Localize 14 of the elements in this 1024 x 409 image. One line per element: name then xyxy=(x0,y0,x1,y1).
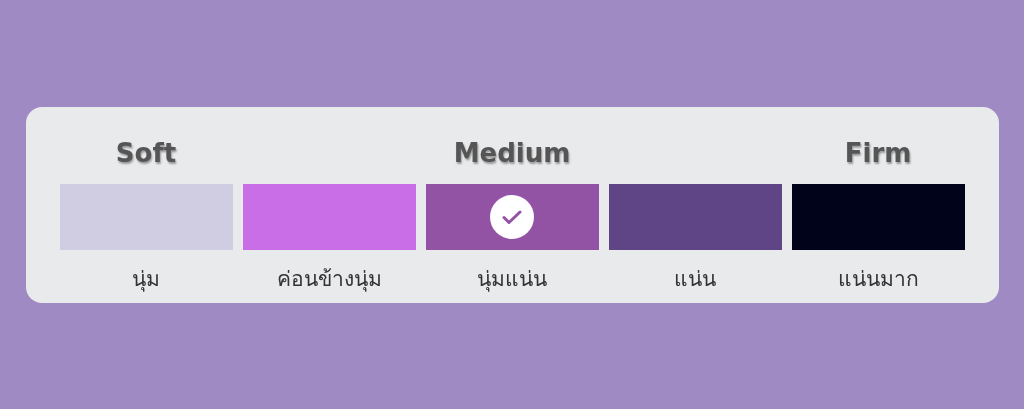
color-swatch[interactable] xyxy=(242,183,416,250)
firmness-label: แน่นมาก xyxy=(837,265,919,293)
firmness-label: นุ่ม xyxy=(132,265,160,294)
firmness-label: ค่อนข้างนุ่ม xyxy=(276,265,382,294)
firmness-heading: Soft xyxy=(115,137,177,170)
firmness-label: นุ่มแน่น xyxy=(477,265,547,294)
firmness-heading: Medium xyxy=(453,137,571,170)
color-swatch[interactable] xyxy=(425,183,599,250)
color-swatch[interactable] xyxy=(608,183,782,250)
check-icon xyxy=(490,194,534,239)
color-swatch[interactable] xyxy=(791,183,965,250)
firmness-label: แน่น xyxy=(674,265,716,293)
color-swatch[interactable] xyxy=(59,183,233,250)
firmness-heading: Firm xyxy=(844,137,912,170)
